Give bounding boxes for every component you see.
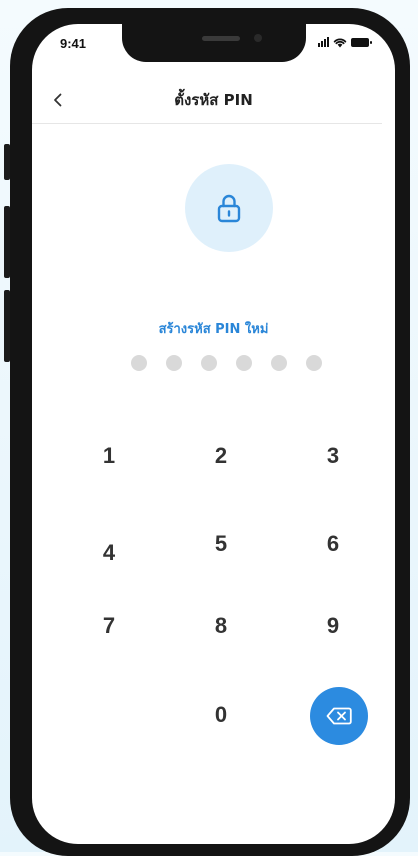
key-1[interactable]: 1 [77, 432, 141, 480]
pin-dot [201, 355, 217, 371]
lock-icon [217, 194, 241, 223]
key-6[interactable]: 6 [301, 520, 365, 568]
signal-icon [318, 37, 329, 47]
backspace-icon [326, 707, 352, 725]
key-3[interactable]: 3 [301, 432, 365, 480]
status-icons [318, 35, 372, 49]
key-2[interactable]: 2 [189, 432, 253, 480]
status-time: 9:41 [60, 36, 87, 51]
wifi-icon [333, 38, 347, 47]
lock-badge [185, 164, 273, 252]
pin-dot [271, 355, 287, 371]
pin-dot [236, 355, 252, 371]
front-camera [254, 34, 262, 42]
page-title: ตั้งรหัส PIN [174, 91, 253, 109]
phone-frame: 9:41 ตั้งรหัส PIN สร้างรหัส PIN ใหม่ 1 2… [4, 8, 410, 856]
key-4[interactable]: 4 [77, 529, 141, 577]
pin-dot [131, 355, 147, 371]
battery-icon [351, 37, 372, 47]
header: ตั้งรหัส PIN [32, 80, 395, 124]
pin-indicator [131, 355, 322, 371]
speaker-grille [202, 36, 240, 41]
pin-prompt: สร้างรหัส PIN ใหม่ [158, 322, 269, 337]
pin-dot [166, 355, 182, 371]
mute-switch [4, 144, 10, 180]
volume-up-button [4, 206, 10, 278]
key-7[interactable]: 7 [77, 602, 141, 650]
delete-button[interactable] [310, 687, 368, 745]
header-divider [32, 123, 382, 124]
key-9[interactable]: 9 [301, 602, 365, 650]
key-0[interactable]: 0 [189, 691, 253, 739]
volume-down-button [4, 290, 10, 362]
notch [122, 24, 306, 62]
pin-dot [306, 355, 322, 371]
screen: 9:41 ตั้งรหัส PIN สร้างรหัส PIN ใหม่ 1 2… [32, 24, 395, 844]
key-8[interactable]: 8 [189, 602, 253, 650]
key-5[interactable]: 5 [189, 520, 253, 568]
